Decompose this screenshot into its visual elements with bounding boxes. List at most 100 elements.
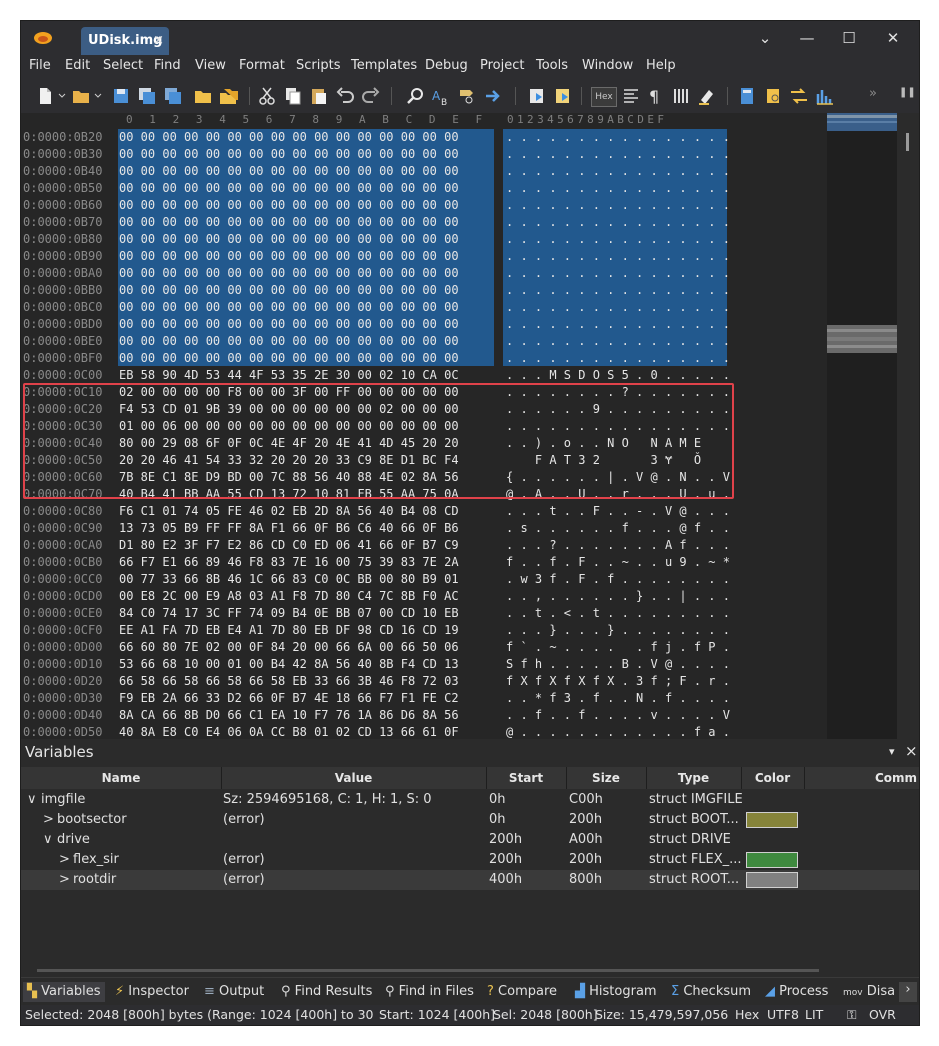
replace-icon[interactable]: AB [431,86,451,106]
hex-row[interactable]: 0:0000:0D30 F9 EB 2A 66 33 D2 66 0F B7 4E… [21,690,827,707]
col-header-color[interactable]: Color [741,767,805,789]
row-hex-bytes[interactable]: 00 00 00 00 00 00 00 00 00 00 00 00 00 0… [119,316,459,333]
save-all-icon[interactable] [163,86,183,106]
row-ascii-text[interactable]: . . . . . . . . . . . . . . . . [506,265,730,282]
hex-row[interactable]: 0:0000:0BE0 00 00 00 00 00 00 00 00 00 00… [21,333,827,350]
panel-close-icon[interactable]: × [905,742,918,760]
hex-row[interactable]: 0:0000:0BC0 00 00 00 00 00 00 00 00 00 00… [21,299,827,316]
histogram-icon[interactable] [815,86,835,106]
text-mode-icon[interactable] [621,86,641,106]
col-header-size[interactable]: Size [566,767,647,789]
row-ascii-text[interactable]: . . . . . . . . . . . . . . . . [506,163,730,180]
menu-format[interactable]: Format [239,58,285,73]
row-hex-bytes[interactable]: 8A CA 66 8B D0 66 C1 EA 10 F7 76 1A 86 D… [119,707,459,724]
horizontal-scrollbar[interactable] [37,969,819,972]
expand-icon[interactable]: > [59,850,70,870]
col-header-type[interactable]: Type [646,767,742,789]
undo-icon[interactable] [335,86,355,106]
row-ascii-text[interactable]: . . . . . . . . . . . . . . . . [506,180,730,197]
tab-process[interactable]: ◢ Process [765,984,828,999]
variable-row-imgfile[interactable]: ∨ imgfile Sz: 2594695168, C: 1, H: 1, S:… [21,790,919,810]
expand-icon[interactable]: > [59,870,70,890]
menu-file[interactable]: File [29,58,51,73]
row-ascii-text[interactable]: S f h . . . . . B . V @ . . . . [506,656,730,673]
open-folder-icon[interactable] [71,86,91,106]
variable-row-drive[interactable]: ∨ drive 200h A00h struct DRIVE [21,830,919,850]
new-file-icon[interactable] [35,86,55,106]
workspace-folder-icon[interactable] [193,86,213,106]
row-ascii-text[interactable]: . . . . . . . . . . . . . . . . [506,214,730,231]
row-hex-bytes[interactable]: 84 C0 74 17 3C FF 74 09 B4 0E BB 07 00 C… [119,605,459,622]
hex-row[interactable]: 0:0000:0B60 00 00 00 00 00 00 00 00 00 00… [21,197,827,214]
pause-icon[interactable]: ❚❚ [899,87,916,98]
row-hex-bytes[interactable]: 66 58 66 58 66 58 66 58 EB 33 66 3B 46 F… [119,673,459,690]
hex-row[interactable]: 0:0000:0CE0 84 C0 74 17 3C FF 74 09 B4 0E… [21,605,827,622]
hex-mode-toggle[interactable]: Hex [591,87,617,107]
col-header-value[interactable]: Value [221,767,487,789]
menu-debug[interactable]: Debug [425,58,468,73]
col-header-comment[interactable]: Comm [804,767,919,789]
row-hex-bytes[interactable]: 00 77 33 66 8B 46 1C 66 83 C0 0C BB 00 8… [119,571,459,588]
minimize-button[interactable]: — [787,21,827,55]
collapse-icon[interactable]: ∨ [43,830,53,850]
row-ascii-text[interactable]: . . . . . . . . . . . . . . . . [506,146,730,163]
hex-row[interactable]: 0:0000:0B50 00 00 00 00 00 00 00 00 00 00… [21,180,827,197]
menu-edit[interactable]: Edit [65,58,90,73]
row-hex-bytes[interactable]: F6 C1 01 74 05 FE 46 02 EB 2D 8A 56 40 B… [119,503,459,520]
calculator-icon[interactable] [737,86,757,106]
hex-row[interactable]: 0:0000:0CB0 66 F7 E1 66 89 46 F8 83 7E 16… [21,554,827,571]
menu-project[interactable]: Project [480,58,524,73]
status-ovr[interactable]: OVR [869,1005,896,1025]
hex-row[interactable]: 0:0000:0D40 8A CA 66 8B D0 66 C1 EA 10 F7… [21,707,827,724]
row-ascii-text[interactable]: . . . . . . . . . . . . . . . . [506,197,730,214]
row-hex-bytes[interactable]: 40 8A E8 C0 E4 06 0A CC B8 01 02 CD 13 6… [119,724,459,739]
open-project-icon[interactable] [219,86,239,106]
hex-row[interactable]: 0:0000:0B90 00 00 00 00 00 00 00 00 00 00… [21,248,827,265]
expand-icon[interactable]: > [43,810,54,830]
hex-row[interactable]: 0:0000:0CC0 00 77 33 66 8B 46 1C 66 83 C0… [21,571,827,588]
row-ascii-text[interactable]: . . f . . f . . . . v . . . . V [506,707,730,724]
hex-row[interactable]: 0:0000:0B40 00 00 00 00 00 00 00 00 00 00… [21,163,827,180]
row-ascii-text[interactable]: f . . f . F . . ~ . . u 9 . ~ * [506,554,730,571]
row-hex-bytes[interactable]: 00 00 00 00 00 00 00 00 00 00 00 00 00 0… [119,231,459,248]
tab-checksum[interactable]: Σ Checksum [671,984,751,999]
row-hex-bytes[interactable]: 00 00 00 00 00 00 00 00 00 00 00 00 00 0… [119,350,459,367]
tabs-scroll-right-icon[interactable]: › [899,982,917,1002]
new-dropdown-icon[interactable] [57,86,67,106]
hex-row[interactable]: 0:0000:0BF0 00 00 00 00 00 00 00 00 00 00… [21,350,827,367]
row-hex-bytes[interactable]: 00 00 00 00 00 00 00 00 00 00 00 00 00 0… [119,163,459,180]
hex-row[interactable]: 0:0000:0C80 F6 C1 01 74 05 FE 46 02 EB 2D… [21,503,827,520]
row-ascii-text[interactable]: . w 3 f . F . f . . . . . . . . [506,571,730,588]
tab-close-icon[interactable]: × [153,27,164,55]
hex-row[interactable]: 0:0000:0B30 00 00 00 00 00 00 00 00 00 00… [21,146,827,163]
forward-arrow-icon[interactable] [483,86,503,106]
row-hex-bytes[interactable]: 00 00 00 00 00 00 00 00 00 00 00 00 00 0… [119,129,459,146]
tab-inspector[interactable]: ⚡ Inspector [115,984,189,999]
row-ascii-text[interactable]: @ . . . . . . . . . . . . f a . [506,724,730,739]
row-ascii-text[interactable]: . . . . . . . . . . . . . . . . [506,231,730,248]
row-ascii-text[interactable]: . . . . . . . . . . . . . . . . [506,333,730,350]
variable-row-rootdir[interactable]: > rootdir (error) 400h 800h struct ROOT.… [21,870,919,890]
row-ascii-text[interactable]: . . . ? . . . . . . . A f . . . [506,537,730,554]
row-hex-bytes[interactable]: EB 58 90 4D 53 44 4F 53 35 2E 30 00 02 1… [119,367,459,384]
tab-compare[interactable]: ? Compare [487,984,557,999]
hex-row[interactable]: 0:0000:0B80 00 00 00 00 00 00 00 00 00 00… [21,231,827,248]
row-hex-bytes[interactable]: 00 00 00 00 00 00 00 00 00 00 00 00 00 0… [119,248,459,265]
row-ascii-text[interactable]: . . . . . . . . . . . . . . . . [506,316,730,333]
row-hex-bytes[interactable]: 00 00 00 00 00 00 00 00 00 00 00 00 00 0… [119,265,459,282]
save-as-icon[interactable] [137,86,157,106]
menu-view[interactable]: View [195,58,226,73]
menu-scripts[interactable]: Scripts [296,58,340,73]
color-swatch[interactable] [746,852,798,868]
col-header-start[interactable]: Start [486,767,567,789]
copy-icon[interactable] [283,86,303,106]
collapse-icon[interactable]: ∨ [27,790,37,810]
file-minimap[interactable] [827,113,897,739]
row-hex-bytes[interactable]: 00 00 00 00 00 00 00 00 00 00 00 00 00 0… [119,214,459,231]
row-ascii-text[interactable]: . . . . . . . . . . . . . . . . [506,248,730,265]
menu-select[interactable]: Select [103,58,143,73]
row-hex-bytes[interactable]: 13 73 05 B9 FF FF 8A F1 66 0F B6 C6 40 6… [119,520,459,537]
menu-find[interactable]: Find [154,58,181,73]
close-button[interactable]: ✕ [873,21,913,55]
show-whitespace-icon[interactable]: ¶ [645,86,665,106]
